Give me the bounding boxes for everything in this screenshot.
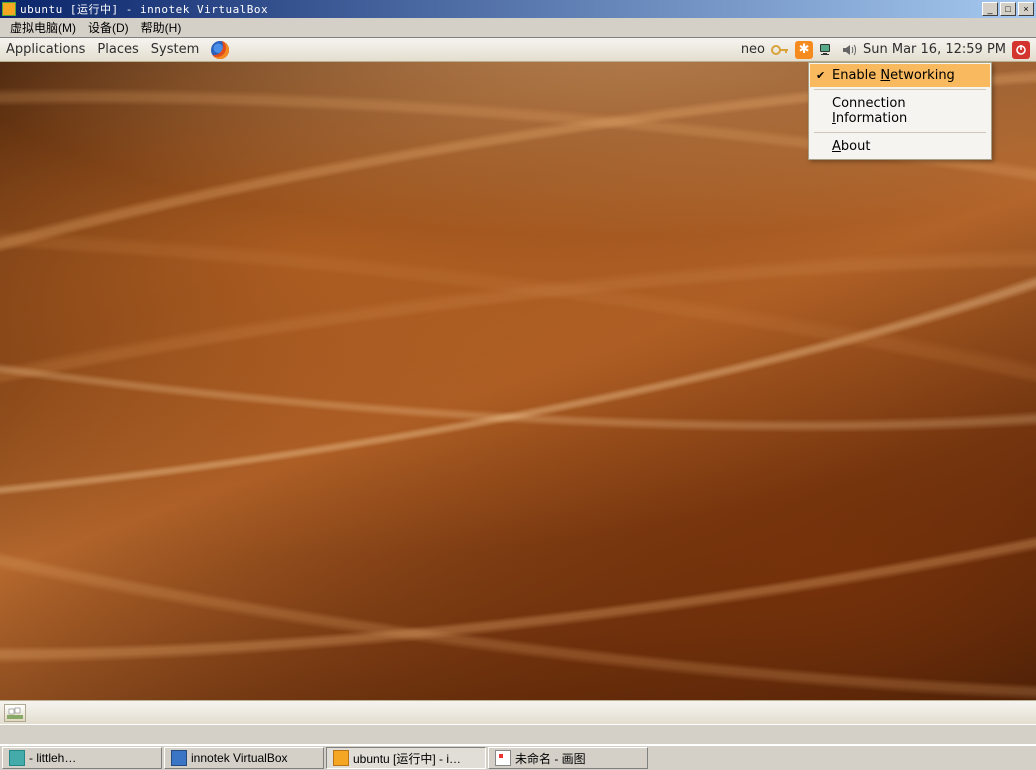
volume-icon[interactable] bbox=[841, 43, 857, 57]
app-icon bbox=[9, 750, 25, 766]
vbox-app-icon bbox=[2, 2, 16, 16]
gnome-bottom-panel bbox=[0, 700, 1036, 724]
applications-menu[interactable]: Applications bbox=[6, 42, 85, 57]
vbox-menu-machine[interactable]: 虚拟电脑(M) bbox=[6, 17, 80, 38]
maximize-button[interactable]: □ bbox=[1000, 2, 1016, 16]
firefox-icon[interactable] bbox=[211, 41, 229, 59]
keychain-icon[interactable] bbox=[771, 44, 789, 56]
taskbar-item-active[interactable]: ubuntu [运行中] - i… bbox=[326, 747, 486, 769]
vbox-menu-devices[interactable]: 设备(D) bbox=[84, 17, 133, 38]
virtualbox-window: ubuntu [运行中] - innotek VirtualBox _ □ × … bbox=[0, 0, 1036, 770]
taskbar-item[interactable]: 未命名 - 画图 bbox=[488, 747, 648, 769]
places-menu[interactable]: Places bbox=[97, 42, 138, 57]
system-menu[interactable]: System bbox=[151, 42, 199, 57]
menu-separator bbox=[814, 132, 986, 133]
update-notifier-icon[interactable]: ✱ bbox=[795, 41, 813, 59]
ubuntu-icon bbox=[333, 750, 349, 766]
window-controls: _ □ × bbox=[982, 2, 1034, 16]
virtualbox-icon bbox=[171, 750, 187, 766]
minimize-button[interactable]: _ bbox=[982, 2, 998, 16]
taskbar-item[interactable]: innotek VirtualBox bbox=[164, 747, 324, 769]
vbox-statusbar bbox=[0, 724, 1036, 744]
vbox-titlebar: ubuntu [运行中] - innotek VirtualBox _ □ × bbox=[0, 0, 1036, 18]
show-desktop-button[interactable] bbox=[4, 704, 26, 722]
taskbar-item-label: 未命名 - 画图 bbox=[515, 750, 586, 767]
user-name[interactable]: neo bbox=[741, 42, 765, 57]
menu-enable-networking[interactable]: ✔ Enable Networking bbox=[810, 64, 990, 87]
menu-separator bbox=[814, 89, 986, 90]
host-taskbar: - littleh… innotek VirtualBox ubuntu [运行… bbox=[0, 744, 1036, 770]
guest-display: Applications Places System neo ✱ Sun Mar… bbox=[0, 38, 1036, 724]
taskbar-item-label: - littleh… bbox=[29, 751, 76, 765]
close-button[interactable]: × bbox=[1018, 2, 1034, 16]
network-manager-icon[interactable] bbox=[819, 43, 835, 57]
taskbar-item-label: ubuntu [运行中] - i… bbox=[353, 750, 461, 767]
checkmark-icon: ✔ bbox=[816, 69, 825, 82]
network-manager-menu: ✔ Enable Networking Connection Informati… bbox=[808, 62, 992, 160]
clock[interactable]: Sun Mar 16, 12:59 PM bbox=[863, 42, 1006, 57]
gnome-top-panel: Applications Places System neo ✱ Sun Mar… bbox=[0, 38, 1036, 62]
taskbar-item[interactable]: - littleh… bbox=[2, 747, 162, 769]
vbox-menu-help[interactable]: 帮助(H) bbox=[137, 17, 186, 38]
mspaint-icon bbox=[495, 750, 511, 766]
taskbar-item-label: innotek VirtualBox bbox=[191, 751, 288, 765]
vbox-menubar: 虚拟电脑(M) 设备(D) 帮助(H) bbox=[0, 18, 1036, 38]
vbox-window-title: ubuntu [运行中] - innotek VirtualBox bbox=[20, 1, 982, 17]
power-icon[interactable] bbox=[1012, 41, 1030, 59]
menu-about[interactable]: About bbox=[810, 135, 990, 158]
menu-connection-info[interactable]: Connection Information bbox=[810, 92, 990, 130]
